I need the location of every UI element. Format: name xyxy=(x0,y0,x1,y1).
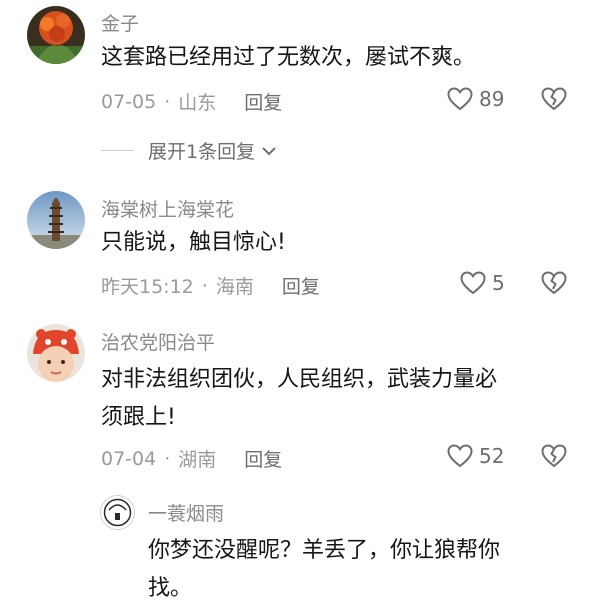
like-count: 5 xyxy=(492,271,505,295)
comment-meta: 07-04 · 湖南 回复 xyxy=(101,445,282,472)
username[interactable]: 金子 xyxy=(101,9,139,36)
dislike-button[interactable] xyxy=(541,444,567,472)
comment-text: 只能说，触目惊心! xyxy=(101,230,286,255)
like-count: 89 xyxy=(479,87,505,111)
avatar[interactable] xyxy=(27,191,85,249)
heart-outline-icon xyxy=(447,87,473,111)
comment-text-line: 须跟上! xyxy=(101,405,176,430)
like-count: 52 xyxy=(479,444,505,468)
reply-text: 你梦还没醒呢？羊丢了，你让狼帮你 找。 xyxy=(148,532,568,608)
reply-button[interactable]: 回复 xyxy=(244,445,282,472)
like-button[interactable]: 5 xyxy=(460,271,505,295)
avatar[interactable] xyxy=(27,324,85,382)
comment-meta: 07-05 · 山东 回复 xyxy=(101,88,282,115)
meta-separator: · xyxy=(164,90,171,113)
username[interactable]: 一蓑烟雨 xyxy=(148,499,224,526)
comment-date: 07-05 xyxy=(101,90,157,113)
comment-text: 这套路已经用过了无数次，屡试不爽。 xyxy=(101,45,476,70)
meta-separator: · xyxy=(201,274,208,297)
comment-meta: 昨天15:12 · 海南 回复 xyxy=(101,272,320,299)
username[interactable]: 海棠树上海棠花 xyxy=(101,195,234,222)
heart-outline-icon xyxy=(447,444,473,468)
broken-heart-icon xyxy=(541,271,567,295)
dislike-button[interactable] xyxy=(541,87,567,115)
expand-replies-label: 展开1条回复 xyxy=(148,141,256,163)
comment-location: 海南 xyxy=(215,276,254,298)
heart-outline-icon xyxy=(460,271,486,295)
comment-text: 对非法组织团伙，人民组织，武装力量必 须跟上! xyxy=(101,361,571,437)
comment-location: 山东 xyxy=(178,92,217,114)
like-button[interactable]: 89 xyxy=(447,87,504,111)
comment-date: 07-04 xyxy=(101,447,157,470)
broken-heart-icon xyxy=(541,444,567,468)
avatar[interactable] xyxy=(27,6,85,64)
reply-button[interactable]: 回复 xyxy=(244,88,282,115)
broken-heart-icon xyxy=(541,87,567,111)
divider xyxy=(101,150,134,151)
reply-text-line: 你梦还没醒呢？羊丢了，你让狼帮你 xyxy=(148,538,501,563)
avatar[interactable] xyxy=(100,495,135,530)
chevron-down-icon xyxy=(262,146,276,155)
comment-date: 昨天15:12 xyxy=(101,276,194,298)
expand-replies-button[interactable]: 展开1条回复 xyxy=(101,137,277,164)
like-button[interactable]: 52 xyxy=(447,444,504,468)
reply-text-line: 找。 xyxy=(148,576,193,601)
dislike-button[interactable] xyxy=(541,271,567,299)
reply-button[interactable]: 回复 xyxy=(282,272,320,299)
comment-text-line: 对非法组织团伙，人民组织，武装力量必 xyxy=(101,367,498,392)
meta-separator: · xyxy=(164,447,171,470)
username[interactable]: 治农党阳治平 xyxy=(101,328,215,355)
comment-location: 湖南 xyxy=(178,449,217,471)
